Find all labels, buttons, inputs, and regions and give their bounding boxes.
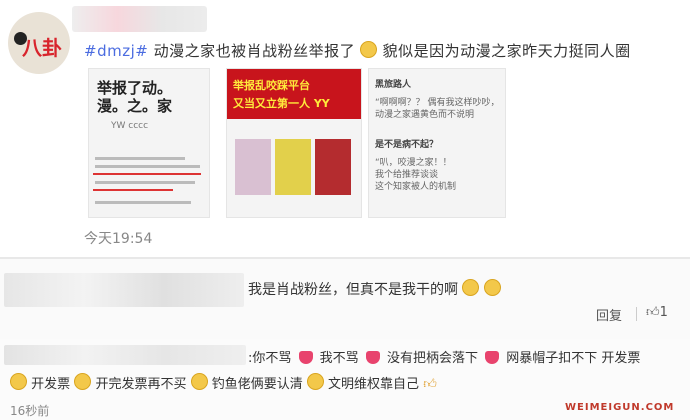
- thumb1-text-line: [95, 201, 191, 204]
- smile-emoji-icon: [10, 373, 27, 390]
- comment-segment: 我不骂: [319, 351, 359, 366]
- comment-segment: 开发票: [31, 377, 71, 392]
- thumb3-line: 这个知家被人的机制: [375, 182, 457, 192]
- thumb3-line: 动漫之家遇黄色而不说明: [375, 110, 475, 120]
- anime-cover-1: [235, 139, 271, 195]
- hashtag-link[interactable]: #dmzj#: [84, 42, 148, 60]
- smile-emoji-icon: [190, 373, 208, 390]
- commenter-name-blurred[interactable]: [4, 273, 244, 307]
- reply-button[interactable]: 回复: [596, 305, 622, 324]
- comment-segment: 钓鱼佬俩要认清: [211, 377, 303, 392]
- comment-item: 我是肖战粉丝，但真不是我干的啊 回复 👍︎1: [0, 259, 690, 339]
- author-name-blurred[interactable]: [72, 6, 207, 32]
- like-button[interactable]: 👍︎1: [646, 305, 668, 320]
- thumbs-up-icon: 👍︎: [646, 305, 660, 320]
- heart-icon: [365, 351, 380, 364]
- smile-emoji-icon: [74, 373, 92, 390]
- comment-timestamp: 16秒前: [10, 404, 50, 418]
- weibo-post: 八卦 #dmzj# 动漫之家也被肖战粉丝举报了 貌似是因为动漫之家昨天力挺同人圈…: [0, 0, 690, 258]
- comment-text: 我是肖战粉丝，但真不是我干的啊: [248, 279, 501, 299]
- comment-segment: 开完发票再不买: [95, 377, 187, 392]
- like-count: 1: [659, 305, 668, 320]
- thumb1-text-line: [95, 181, 195, 184]
- watermark: WEIMEIGUN.COM: [565, 402, 675, 413]
- anime-cover-2: [275, 139, 311, 195]
- thumb1-highlight: [93, 189, 173, 191]
- thumb3-line: 是不是病不起？: [375, 140, 439, 150]
- anime-cover-3: [315, 139, 351, 195]
- comment-segment: 文明维权靠自己: [328, 377, 420, 392]
- thumb2-banner-line1: 举报乱咬踩平台: [233, 79, 310, 92]
- post-image-2[interactable]: 举报乱咬踩平台 又当又立第一人 YY: [226, 68, 362, 218]
- comment-segment: 网暴帽子扣不下 开发票: [506, 351, 641, 366]
- author-avatar[interactable]: 八卦: [8, 12, 70, 74]
- smile-emoji-icon: [306, 373, 324, 390]
- thumbs-up-emoji-icon: 👍︎: [423, 377, 437, 392]
- thumb1-text-line: [95, 157, 185, 160]
- post-text-part1: 动漫之家也被肖战粉丝举报了: [148, 42, 356, 60]
- post-text-part2: 貌似是因为动漫之家昨天力挺同人圈: [377, 42, 631, 60]
- thumb2-banner-line2: 又当又立第一人 YY: [233, 97, 330, 110]
- thumb3-line: 黑旅路人: [375, 80, 412, 90]
- comment-segment: :你不骂: [248, 351, 292, 366]
- avatar-logo-text: 八卦: [22, 36, 62, 60]
- comment-line-2: 开发票 开完发票再不买 钓鱼佬俩要认清 文明维权靠自己 👍︎: [10, 373, 437, 392]
- dizzy-emoji-icon: [360, 41, 378, 58]
- commenter-name-blurred[interactable]: [4, 345, 246, 365]
- thumb1-headline: 举报了动。漫。之。家: [97, 79, 173, 115]
- laugh-cry-emoji-icon: [483, 279, 501, 296]
- laugh-cry-emoji-icon: [462, 279, 480, 296]
- thumb1-text-line: [95, 165, 200, 168]
- separator: [636, 307, 637, 321]
- comment-body: 我是肖战粉丝，但真不是我干的啊: [248, 282, 458, 298]
- comment-segment: 没有把柄会落下: [386, 351, 478, 366]
- post-timestamp: 今天19:54: [84, 231, 153, 247]
- post-text: #dmzj# 动漫之家也被肖战粉丝举报了 貌似是因为动漫之家昨天力挺同人圈: [84, 40, 631, 61]
- thumb1-highlight: [93, 173, 201, 175]
- comment-line-1: :你不骂 我不骂 没有把柄会落下 网暴帽子扣不下 开发票: [248, 347, 640, 366]
- post-image-1[interactable]: 举报了动。漫。之。家 YW cccc: [88, 68, 210, 218]
- heart-icon: [485, 351, 500, 364]
- post-image-3[interactable]: 黑旅路人 “啊啊啊？？ 偶有我这样吵吵， 动漫之家遇黄色而不说明 是不是病不起？…: [368, 68, 506, 218]
- thumb1-user: YW cccc: [111, 121, 149, 131]
- heart-icon: [298, 351, 313, 364]
